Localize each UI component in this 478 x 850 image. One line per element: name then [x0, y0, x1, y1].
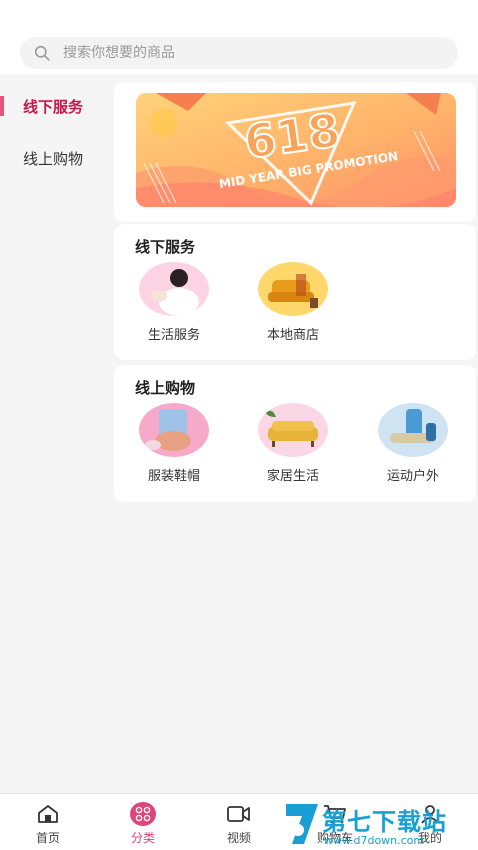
outdoor-gear-photo: [378, 403, 448, 457]
tab-home[interactable]: 首页: [13, 802, 83, 846]
active-indicator: [0, 96, 4, 116]
massage-photo: [139, 262, 209, 316]
promo-banner[interactable]: 618 MID YEAR BIG PROMOTION: [136, 93, 456, 207]
watermark-logo-icon: [286, 804, 318, 844]
section-title: 线下服务: [135, 238, 196, 256]
sidebar-item-label: 线下服务: [23, 97, 84, 116]
section-card-online: 线上购物 服装鞋帽 家居生活 运动户外: [114, 365, 476, 502]
category-label: 生活服务: [147, 328, 200, 343]
section-title: 线上购物: [135, 379, 196, 397]
category-label: 运动户外: [386, 469, 439, 484]
tab-label: 分类: [130, 831, 155, 845]
sofa-photo: [258, 403, 328, 457]
tab-label: 首页: [35, 831, 60, 845]
category-label: 家居生活: [266, 469, 319, 484]
section-card-offline: 线下服务 生活服务 本地商店: [114, 224, 476, 360]
sidebar-item-offline-services[interactable]: 线下服务: [0, 86, 110, 126]
tab-video[interactable]: 视频: [204, 802, 274, 846]
tab-label: 视频: [226, 831, 251, 845]
sofa-shop-photo: [258, 262, 328, 316]
home-icon: [35, 802, 61, 826]
category-tile-clothing[interactable]: 服装鞋帽: [124, 403, 224, 484]
search-input[interactable]: [63, 45, 423, 61]
search-bar[interactable]: [20, 37, 458, 69]
category-tile-sports-outdoor[interactable]: 运动户外: [363, 403, 463, 484]
watermark-title: 第七下载站: [322, 808, 447, 836]
sidebar-item-label: 线上购物: [23, 149, 84, 168]
top-bar: [0, 0, 478, 74]
category-label: 本地商店: [266, 328, 319, 343]
watermark-url: www.d7down.com: [324, 834, 425, 847]
category-icon: [130, 802, 156, 826]
category-label: 服装鞋帽: [147, 469, 200, 484]
site-watermark: 第七下载站 www.d7down.com: [282, 800, 478, 850]
sidebar-item-online-shopping[interactable]: 线上购物: [0, 138, 110, 178]
video-icon: [226, 802, 252, 826]
clothing-photo: [139, 403, 209, 457]
category-tile-home-living[interactable]: 家居生活: [243, 403, 343, 484]
category-sidebar: 线下服务 线上购物: [0, 74, 110, 794]
category-tile-life-services[interactable]: 生活服务: [124, 262, 224, 343]
tab-category[interactable]: 分类: [108, 802, 178, 846]
search-icon: [34, 45, 50, 61]
category-tile-local-shops[interactable]: 本地商店: [243, 262, 343, 343]
